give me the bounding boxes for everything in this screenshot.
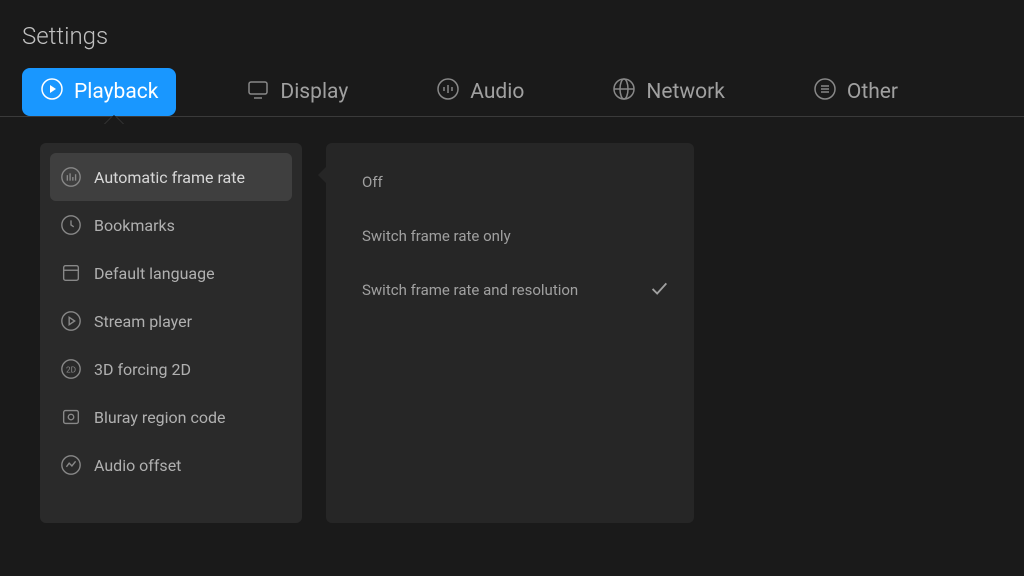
tab-display[interactable]: Display (228, 68, 366, 116)
option-label: Switch frame rate only (362, 227, 511, 245)
tab-playback[interactable]: Playback (22, 68, 176, 116)
sidebar-item-bluray-region[interactable]: Bluray region code (50, 393, 292, 441)
sidebar-item-label: 3D forcing 2D (94, 360, 191, 379)
sidebar-item-3d-forcing-2d[interactable]: 2D 3D forcing 2D (50, 345, 292, 393)
tab-other[interactable]: Other (795, 68, 916, 116)
tab-label: Other (847, 80, 898, 104)
svg-text:2D: 2D (66, 366, 76, 376)
clock-icon (60, 214, 82, 236)
option-label: Off (362, 173, 383, 191)
sidebar-item-automatic-frame-rate[interactable]: Automatic frame rate (50, 153, 292, 201)
play-circle-icon (60, 310, 82, 332)
option-switch-frame-rate-only[interactable]: Switch frame rate only (326, 209, 694, 263)
disc-icon (60, 406, 82, 428)
2d-icon: 2D (60, 358, 82, 380)
tabs: Playback Display Audio Network Other (0, 68, 1024, 117)
check-icon (648, 277, 670, 303)
sidebar-item-label: Audio offset (94, 456, 181, 475)
tab-label: Display (280, 80, 348, 104)
frame-rate-icon (60, 166, 82, 188)
tab-label: Network (646, 80, 725, 104)
offset-icon (60, 454, 82, 476)
language-icon (60, 262, 82, 284)
sidebar-item-stream-player[interactable]: Stream player (50, 297, 292, 345)
option-off[interactable]: Off (326, 155, 694, 209)
panel-arrow (318, 167, 326, 183)
audio-bars-icon (436, 77, 460, 107)
sidebar-item-label: Default language (94, 264, 215, 283)
tab-label: Playback (74, 80, 158, 104)
tab-audio[interactable]: Audio (418, 68, 542, 116)
play-circle-icon (40, 77, 64, 107)
sidebar-item-label: Stream player (94, 312, 192, 331)
tab-label: Audio (470, 80, 524, 104)
option-label: Switch frame rate and resolution (362, 281, 578, 299)
content: Automatic frame rate Bookmarks Default l… (0, 117, 1024, 523)
menu-circle-icon (813, 77, 837, 107)
sidebar-item-label: Bluray region code (94, 408, 225, 427)
sidebar-item-default-language[interactable]: Default language (50, 249, 292, 297)
sidebar-item-audio-offset[interactable]: Audio offset (50, 441, 292, 489)
page-title: Settings (0, 0, 1024, 68)
option-switch-frame-rate-and-resolution[interactable]: Switch frame rate and resolution (326, 263, 694, 317)
sidebar: Automatic frame rate Bookmarks Default l… (40, 143, 302, 523)
sidebar-item-label: Bookmarks (94, 216, 175, 235)
globe-icon (612, 77, 636, 107)
sidebar-item-bookmarks[interactable]: Bookmarks (50, 201, 292, 249)
tab-indicator-arrow (104, 115, 124, 125)
sidebar-item-label: Automatic frame rate (94, 168, 245, 187)
options-panel: Off Switch frame rate only Switch frame … (326, 143, 694, 523)
monitor-icon (246, 77, 270, 107)
tab-network[interactable]: Network (594, 68, 743, 116)
